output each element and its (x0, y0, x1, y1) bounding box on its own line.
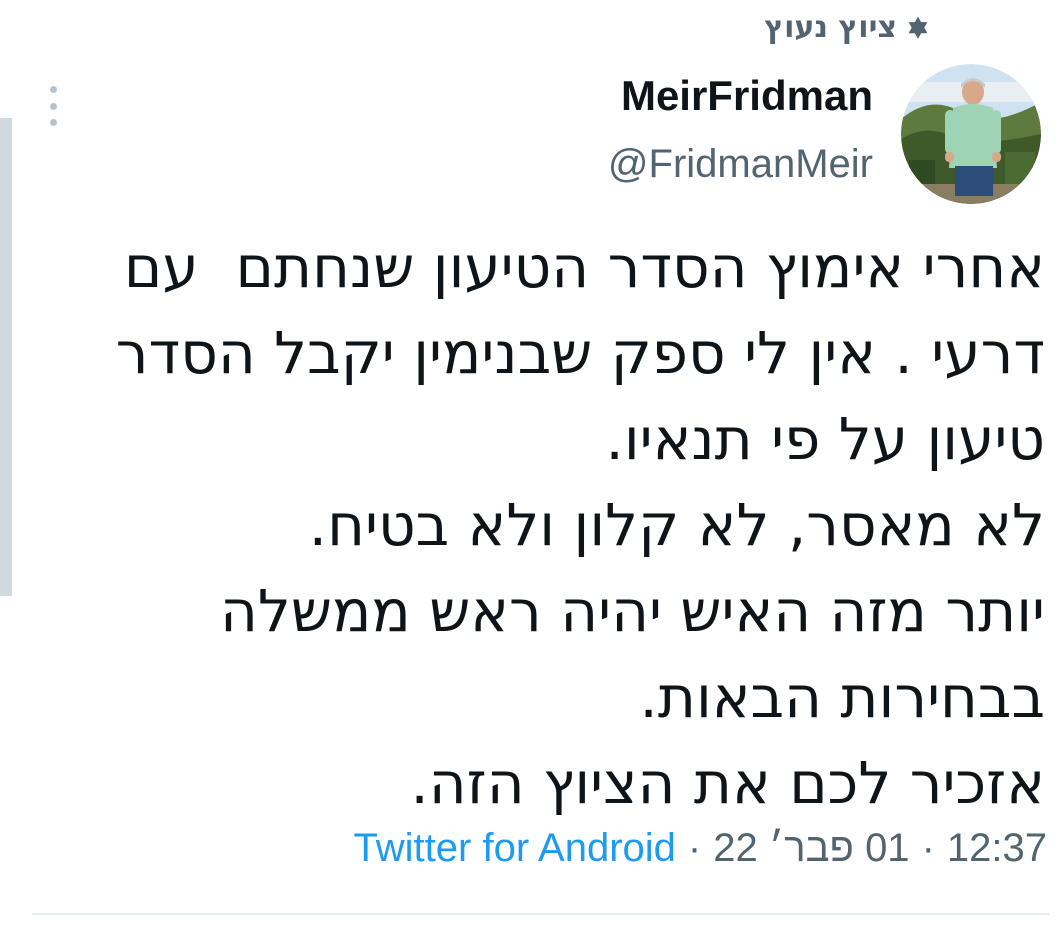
tweet-line: יותר מזה האיש יהיה ראש ממשלה (220, 577, 1045, 645)
divider (32, 913, 1049, 915)
meta-separator: · (687, 826, 702, 870)
tweet-line: אזכיר לכם את הציוץ הזה. (410, 749, 1045, 817)
dot-icon (49, 102, 57, 110)
tweet-line: אחרי אימוץ הסדר הטיעון שנחתם עם (123, 233, 1045, 301)
avatar-photo-icon (901, 64, 1041, 204)
tweet-time[interactable]: 12:37 (947, 826, 1047, 871)
dot-icon (49, 86, 57, 93)
pinned-label: ציוץ נעוץ (764, 10, 897, 45)
pin-icon (908, 16, 928, 39)
tweet-source-link[interactable]: Twitter for Android (354, 826, 676, 871)
avatar[interactable] (901, 64, 1041, 204)
tweet-metadata: 12:37 · 01 פבר׳ 22 · Twitter for Android (354, 826, 1047, 871)
tweet-line: לא מאסר, לא קלון ולא בטיח. (308, 491, 1045, 559)
pinned-indicator: ציוץ נעוץ (764, 10, 931, 45)
tweet-line: דרעי . אין לי ספק שבנימין יקבל הסדר (115, 319, 1045, 387)
dot-icon (49, 119, 57, 126)
scroll-rail (0, 118, 12, 596)
tweet-line: טיעון על פי תנאיו. (605, 405, 1045, 473)
meta-separator: · (921, 826, 935, 870)
more-vertical-icon[interactable] (44, 86, 62, 126)
tweet-text: אחרי אימוץ הסדר הטיעון שנחתם עם דרעי . א… (35, 224, 1045, 826)
tweet-date[interactable]: 01 פבר׳ 22 (713, 826, 909, 871)
author-display-name[interactable]: MeirFridman (621, 72, 873, 120)
tweet-line: בבחירות הבאות. (639, 663, 1045, 731)
author-handle[interactable]: @FridmanMeir (608, 142, 873, 187)
